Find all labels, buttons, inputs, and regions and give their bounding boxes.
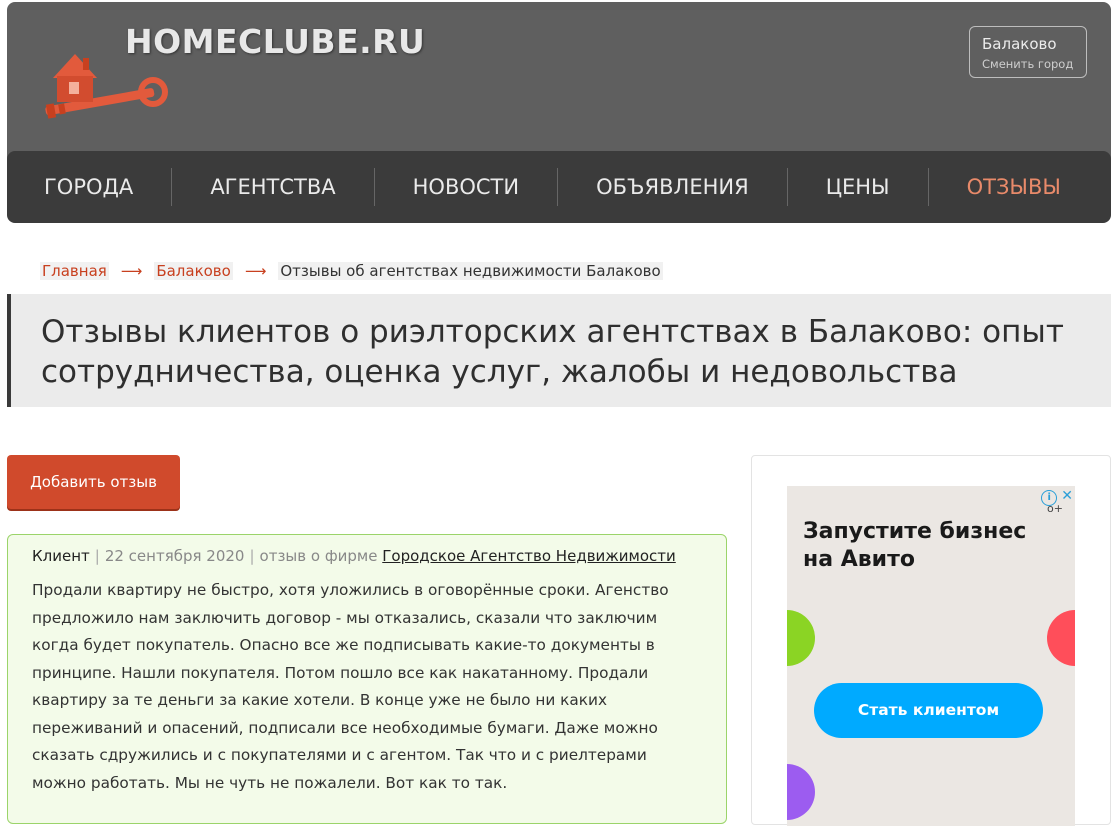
page-title-box: Отзывы клиентов о риэлторских агентствах… — [7, 294, 1111, 407]
house-key-icon — [45, 54, 168, 119]
decor-circle — [787, 764, 815, 820]
nav-item-listings[interactable]: ОБЪЯВЛЕНИЯ — [558, 168, 788, 206]
site-logo[interactable]: HOMECLUBE.RU — [35, 20, 435, 130]
current-city: Балаково — [982, 35, 1057, 53]
decor-circle — [1047, 610, 1075, 666]
ad-choices-icon: o+ — [1047, 502, 1063, 515]
review-text: Продали квартиру не быстро, хотя уложили… — [32, 581, 669, 792]
breadcrumb: Главная ⟶ Балаково ⟶ Отзывы об агентства… — [40, 262, 663, 280]
main-nav: ГОРОДА АГЕНТСТВА НОВОСТИ ОБЪЯВЛЕНИЯ ЦЕНЫ… — [7, 151, 1111, 223]
nav-item-news[interactable]: НОВОСТИ — [375, 168, 559, 206]
meta-separator: | — [249, 547, 255, 565]
ad-sidebar: i ✕ o+ Запустите бизнес на Авито Стать кл… — [751, 455, 1111, 826]
ad-title: Запустите бизнес на Авито — [803, 519, 1027, 572]
breadcrumb-city[interactable]: Балаково — [154, 262, 233, 280]
nav-item-agencies[interactable]: АГЕНТСТВА — [172, 168, 375, 206]
nav-item-prices[interactable]: ЦЕНЫ — [788, 168, 929, 206]
ad-cta-button[interactable]: Стать клиентом — [814, 683, 1043, 738]
review-date: 22 сентября 2020 — [104, 547, 245, 565]
decor-circle — [787, 610, 815, 666]
review-firm-link[interactable]: Городское Агентство Недвижимости — [382, 547, 676, 565]
change-city-link[interactable]: Сменить город — [982, 57, 1086, 71]
close-icon[interactable]: ✕ — [1061, 488, 1073, 504]
review-card: Клиент | 22 сентября 2020 | отзыв о фирме Го… — [7, 534, 727, 824]
review-about-label: отзыв о фирме — [259, 547, 378, 565]
breadcrumb-arrow-icon: ⟶ — [120, 262, 143, 280]
review-meta: Клиент | 22 сентября 2020 | отзыв о фирме Го… — [32, 547, 702, 565]
ad-banner[interactable]: i ✕ o+ Запустите бизнес на Авито Стать кл… — [787, 486, 1075, 826]
breadcrumb-current: Отзывы об агентствах недвижимости Балако… — [278, 262, 663, 280]
breadcrumb-arrow-icon: ⟶ — [244, 262, 267, 280]
nav-item-reviews[interactable]: ОТЗЫВЫ — [929, 168, 1099, 206]
site-header: HOMECLUBE.RU Балаково Сменить город — [7, 2, 1111, 162]
meta-separator: | — [94, 547, 100, 565]
nav-item-cities[interactable]: ГОРОДА — [7, 168, 173, 206]
city-selector[interactable]: Балаково Сменить город — [969, 26, 1087, 78]
review-author: Клиент — [32, 547, 90, 565]
add-review-button[interactable]: Добавить отзыв — [7, 455, 180, 509]
breadcrumb-home[interactable]: Главная — [40, 262, 109, 280]
page-title: Отзывы клиентов о риэлторских агентствах… — [41, 314, 1064, 390]
